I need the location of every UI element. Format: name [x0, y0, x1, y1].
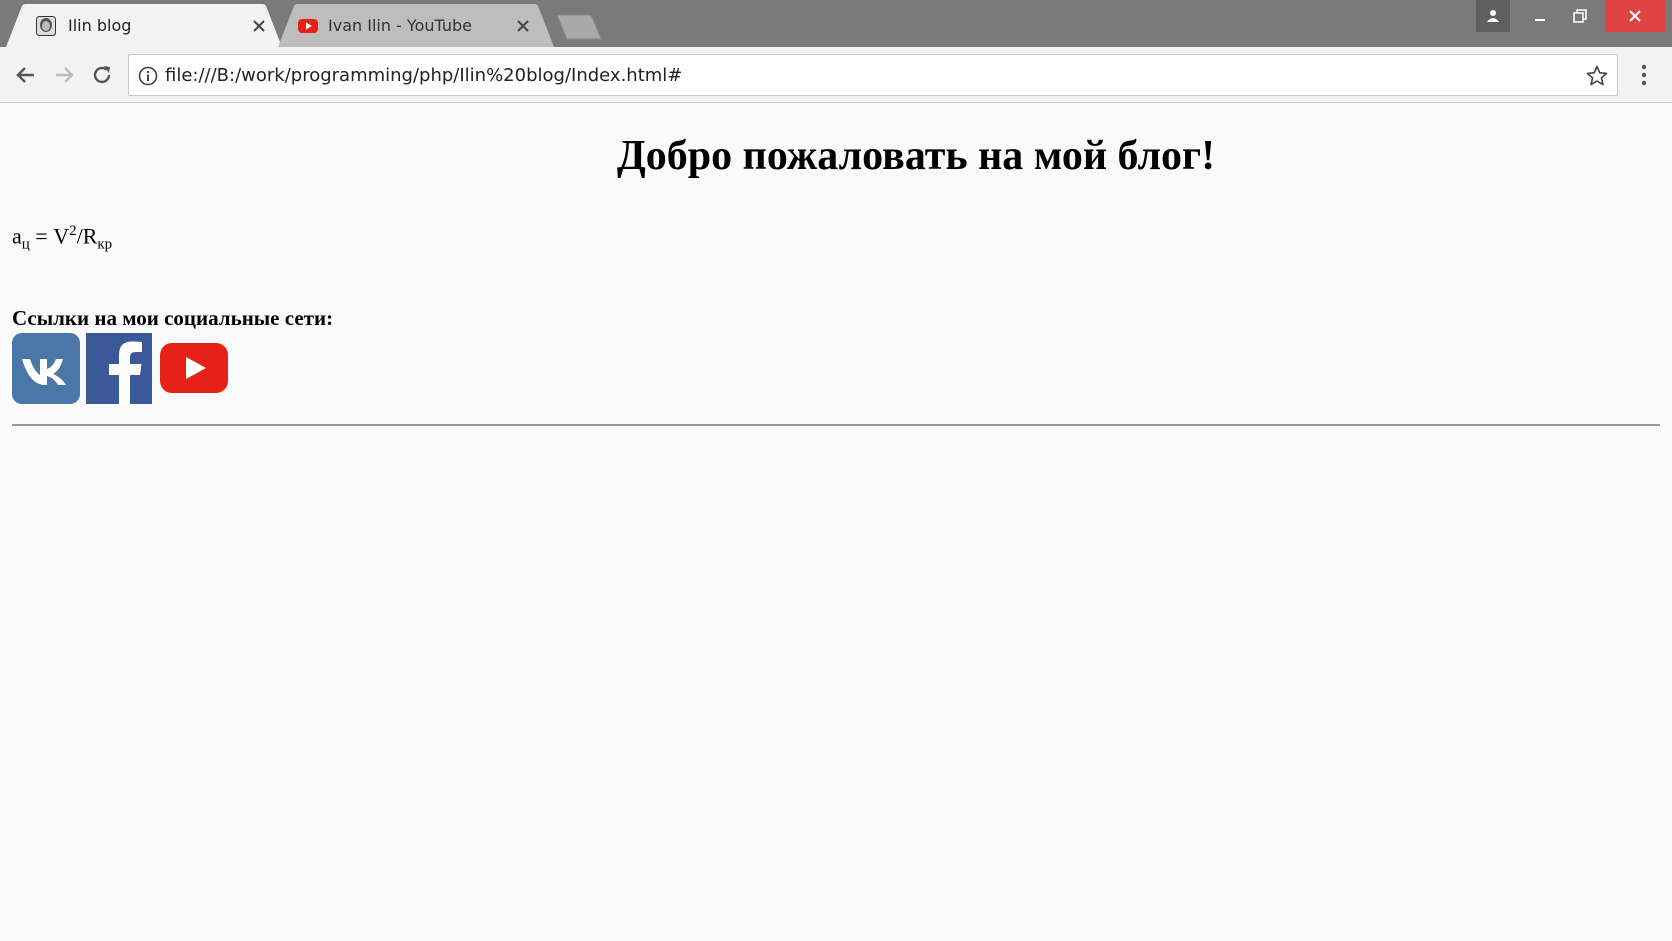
- facebook-link[interactable]: [86, 333, 154, 410]
- social-heading: Ссылки на мои социальные сети:: [12, 306, 334, 330]
- tab-title: Ivan Ilin - YouTube: [328, 16, 472, 35]
- formula-lhs-sub: ц: [21, 236, 30, 253]
- close-icon: [1629, 10, 1641, 22]
- tab-ilin-blog[interactable]: Ilin blog: [6, 4, 282, 47]
- new-tab-button[interactable]: [555, 14, 603, 40]
- tab-title: Ilin blog: [68, 16, 132, 35]
- close-window-button[interactable]: [1605, 0, 1665, 32]
- tab-close-icon[interactable]: [514, 17, 532, 35]
- horizontal-rule: [12, 424, 1660, 426]
- facebook-icon: [86, 333, 152, 404]
- tab-close-icon[interactable]: [250, 17, 268, 35]
- formula-mid: /R: [76, 223, 98, 249]
- page-title: Добро пожаловать на мой блог!: [616, 133, 1216, 179]
- vk-link[interactable]: [12, 333, 80, 410]
- formula: aц = V2/Rкр: [12, 223, 112, 254]
- minimize-icon: [1535, 19, 1545, 21]
- restore-button[interactable]: [1562, 0, 1598, 32]
- restore-icon: [1573, 9, 1587, 23]
- reload-button[interactable]: [88, 61, 116, 89]
- profile-icon: [1487, 10, 1499, 22]
- forward-button[interactable]: [50, 61, 78, 89]
- formula-rhs-sub: кр: [97, 236, 113, 253]
- page-viewport: Добро пожаловать на мой блог! aц = V2/Rк…: [0, 103, 1672, 941]
- arrow-right-icon: [56, 67, 74, 83]
- user-avatar-icon: [36, 16, 56, 36]
- vk-icon: [12, 333, 80, 404]
- tab-youtube[interactable]: Ivan Ilin - YouTube: [278, 4, 554, 47]
- star-icon[interactable]: [1585, 64, 1609, 88]
- browser-titlebar: Ilin blog Ivan Ilin - YouTube: [0, 0, 1672, 47]
- youtube-icon: [298, 19, 318, 33]
- formula-eq: = V: [29, 223, 70, 249]
- back-button[interactable]: [12, 61, 40, 89]
- address-bar[interactable]: file:///B:/work/programming/php/Ilin%20b…: [128, 54, 1618, 96]
- profile-button[interactable]: [1476, 0, 1510, 32]
- address-bar-url[interactable]: file:///B:/work/programming/php/Ilin%20b…: [165, 65, 682, 86]
- arrow-left-icon: [16, 67, 34, 83]
- youtube-logo-icon: [160, 343, 228, 393]
- formula-lhs: a: [12, 223, 22, 249]
- info-icon[interactable]: [137, 65, 159, 87]
- minimize-button[interactable]: [1522, 0, 1558, 32]
- formula-sup: 2: [69, 223, 77, 239]
- browser-toolbar: file:///B:/work/programming/php/Ilin%20b…: [0, 47, 1672, 103]
- reload-icon: [93, 66, 111, 84]
- more-menu-icon[interactable]: [1634, 61, 1654, 89]
- youtube-link[interactable]: [160, 343, 228, 400]
